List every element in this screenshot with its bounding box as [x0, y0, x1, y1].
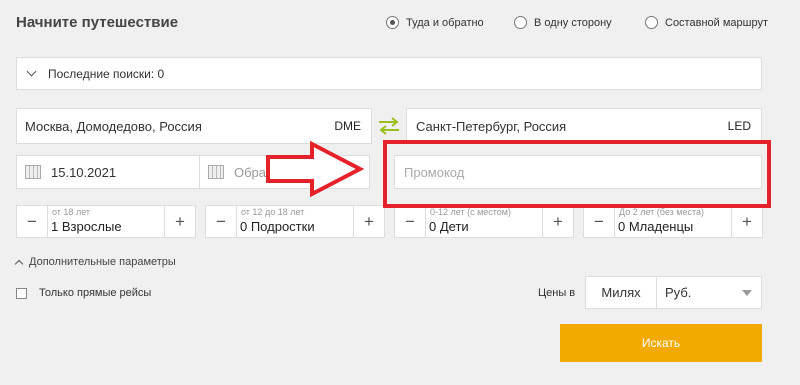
- annotation-arrow-icon: [266, 140, 365, 198]
- increment-button[interactable]: +: [543, 206, 573, 237]
- calendar-icon: [25, 165, 41, 179]
- radio-button[interactable]: [645, 16, 658, 29]
- currency-select[interactable]: Руб.: [657, 276, 762, 309]
- departure-date-field[interactable]: 15.10.2021: [16, 155, 200, 189]
- radio-button-checked[interactable]: [386, 16, 399, 29]
- currency-value: Руб.: [665, 285, 692, 300]
- decrement-button[interactable]: −: [17, 206, 47, 237]
- origin-field[interactable]: Москва, Домодедово, Россия DME: [16, 108, 372, 144]
- swap-arrows-icon: [379, 117, 399, 135]
- radio-label: В одну сторону: [534, 16, 612, 29]
- passenger-age-label: от 12 до 18 лет: [241, 207, 305, 217]
- direct-flights-option[interactable]: Только прямые рейсы: [16, 287, 151, 299]
- children-stepper: − 0-12 лет (с местом) 0 Дети +: [394, 205, 574, 238]
- swap-button[interactable]: [373, 108, 405, 144]
- search-button[interactable]: Искать: [560, 324, 762, 362]
- departure-date: 15.10.2021: [51, 164, 117, 180]
- adults-stepper: − от 18 лет 1 Взрослые +: [16, 205, 196, 238]
- destination-field[interactable]: Санкт-Петербург, Россия LED: [406, 108, 762, 144]
- increment-button[interactable]: +: [732, 206, 762, 237]
- radio-label: Туда и обратно: [406, 16, 484, 29]
- infants-stepper: − До 2 лет (без места) 0 Младенцы +: [583, 205, 763, 238]
- advanced-options-label: Дополнительные параметры: [29, 256, 176, 268]
- passenger-value: 0 Дети: [429, 219, 469, 234]
- infants-count: До 2 лет (без места) 0 Младенцы: [614, 206, 732, 237]
- direct-flights-checkbox[interactable]: [16, 287, 27, 299]
- decrement-button[interactable]: −: [584, 206, 614, 237]
- passenger-value: 0 Подростки: [240, 219, 315, 234]
- direct-flights-label: Только прямые рейсы: [39, 287, 152, 299]
- teens-stepper: − от 12 до 18 лет 0 Подростки +: [205, 205, 385, 238]
- passenger-age-label: от 18 лет: [52, 207, 91, 217]
- passenger-value: 0 Младенцы: [618, 219, 694, 234]
- radio-round-trip[interactable]: Туда и обратно: [386, 16, 484, 29]
- radio-label: Составной маршрут: [665, 16, 768, 29]
- radio-multi-city[interactable]: Составной маршрут: [645, 16, 768, 29]
- destination-code: LED: [727, 119, 751, 133]
- passenger-age-label: До 2 лет (без места): [619, 207, 704, 217]
- increment-button[interactable]: +: [354, 206, 384, 237]
- radio-one-way[interactable]: В одну сторону: [514, 16, 612, 29]
- destination-city: Санкт-Петербург, Россия: [416, 118, 567, 134]
- decrement-button[interactable]: −: [395, 206, 425, 237]
- advanced-options-toggle[interactable]: Дополнительные параметры: [14, 256, 176, 269]
- prices-in-label: Цены в: [538, 287, 576, 299]
- radio-button[interactable]: [514, 16, 527, 29]
- passenger-value: 1 Взрослые: [51, 219, 122, 234]
- decrement-button[interactable]: −: [206, 206, 236, 237]
- teens-count: от 12 до 18 лет 0 Подростки: [236, 206, 354, 237]
- origin-city: Москва, Домодедово, Россия: [25, 118, 202, 134]
- miles-toggle[interactable]: Милях: [585, 276, 657, 309]
- passenger-age-label: 0-12 лет (с местом): [430, 207, 511, 217]
- origin-code: DME: [334, 119, 361, 133]
- children-count: 0-12 лет (с местом) 0 Дети: [425, 206, 543, 237]
- annotation-highlight-box: [383, 140, 771, 208]
- chevron-down-icon: [26, 66, 37, 77]
- caret-down-icon: [742, 290, 752, 296]
- chevron-up-icon: [14, 259, 24, 269]
- calendar-icon: [208, 165, 224, 179]
- adults-count: от 18 лет 1 Взрослые: [47, 206, 165, 237]
- page-title: Начните путешествие: [16, 14, 179, 31]
- recent-searches-toggle[interactable]: Последние поиски: 0: [16, 57, 762, 90]
- increment-button[interactable]: +: [165, 206, 195, 237]
- recent-searches-label: Последние поиски: 0: [48, 66, 165, 81]
